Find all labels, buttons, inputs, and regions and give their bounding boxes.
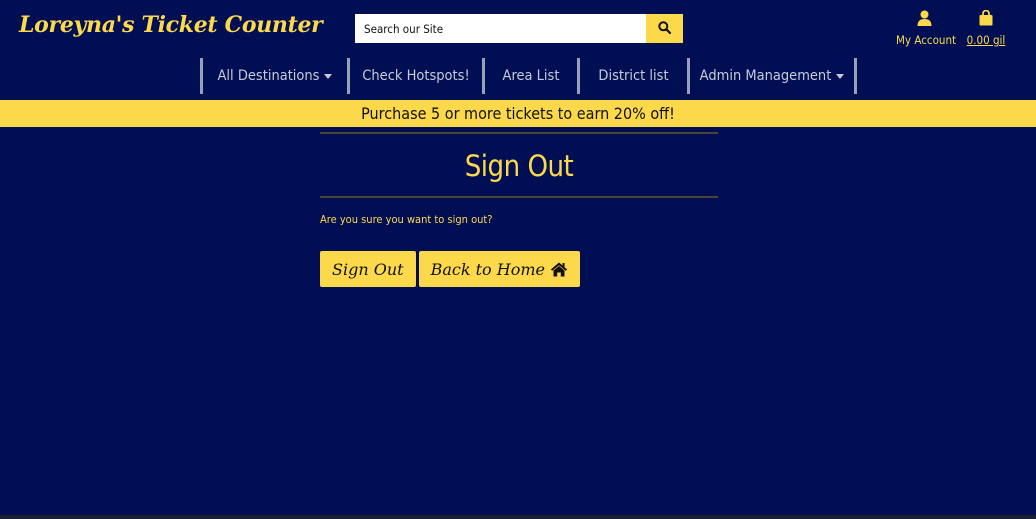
nav-item-all-destinations[interactable]: All Destinations xyxy=(203,58,347,94)
caret-down-icon xyxy=(324,73,333,79)
shopping-bag-icon xyxy=(979,9,993,30)
search-bar xyxy=(355,14,683,43)
site-logo[interactable]: Loreyna's Ticket Counter xyxy=(19,12,323,38)
divider xyxy=(320,196,718,198)
caret-down-icon xyxy=(836,73,845,79)
user-icon xyxy=(917,10,932,30)
cart-total: 0.00 gil xyxy=(966,33,1006,47)
confirmation-text: Are you sure you want to sign out? xyxy=(320,213,493,226)
home-icon xyxy=(550,262,568,277)
page-bottom-edge xyxy=(0,515,1036,519)
back-to-home-button[interactable]: Back to Home xyxy=(418,251,580,287)
nav-item-district-list[interactable]: District list xyxy=(580,58,687,94)
sign-out-panel: Sign Out Are you sure you want to sign o… xyxy=(320,132,718,287)
action-buttons: Sign Out Back to Home xyxy=(320,251,718,287)
page-title: Sign Out xyxy=(464,149,574,183)
search-button[interactable] xyxy=(646,14,683,43)
nav-item-area-list[interactable]: Area List xyxy=(485,58,577,94)
my-account-link[interactable]: My Account xyxy=(896,10,957,47)
my-account-label: My Account xyxy=(896,33,957,47)
nav-item-admin-management[interactable]: Admin Management xyxy=(690,58,854,94)
main-nav: All Destinations Check Hotspots! Area Li… xyxy=(200,58,857,94)
search-input[interactable] xyxy=(355,14,646,43)
nav-item-check-hotspots[interactable]: Check Hotspots! xyxy=(350,58,482,94)
site-header: Loreyna's Ticket Counter My Account 0.00… xyxy=(0,0,1036,56)
sign-out-button[interactable]: Sign Out xyxy=(320,251,416,287)
promo-banner: Purchase 5 or more tickets to earn 20% o… xyxy=(0,100,1036,127)
search-icon xyxy=(658,20,672,37)
nav-divider xyxy=(854,58,857,94)
cart-link[interactable]: 0.00 gil xyxy=(966,9,1006,47)
